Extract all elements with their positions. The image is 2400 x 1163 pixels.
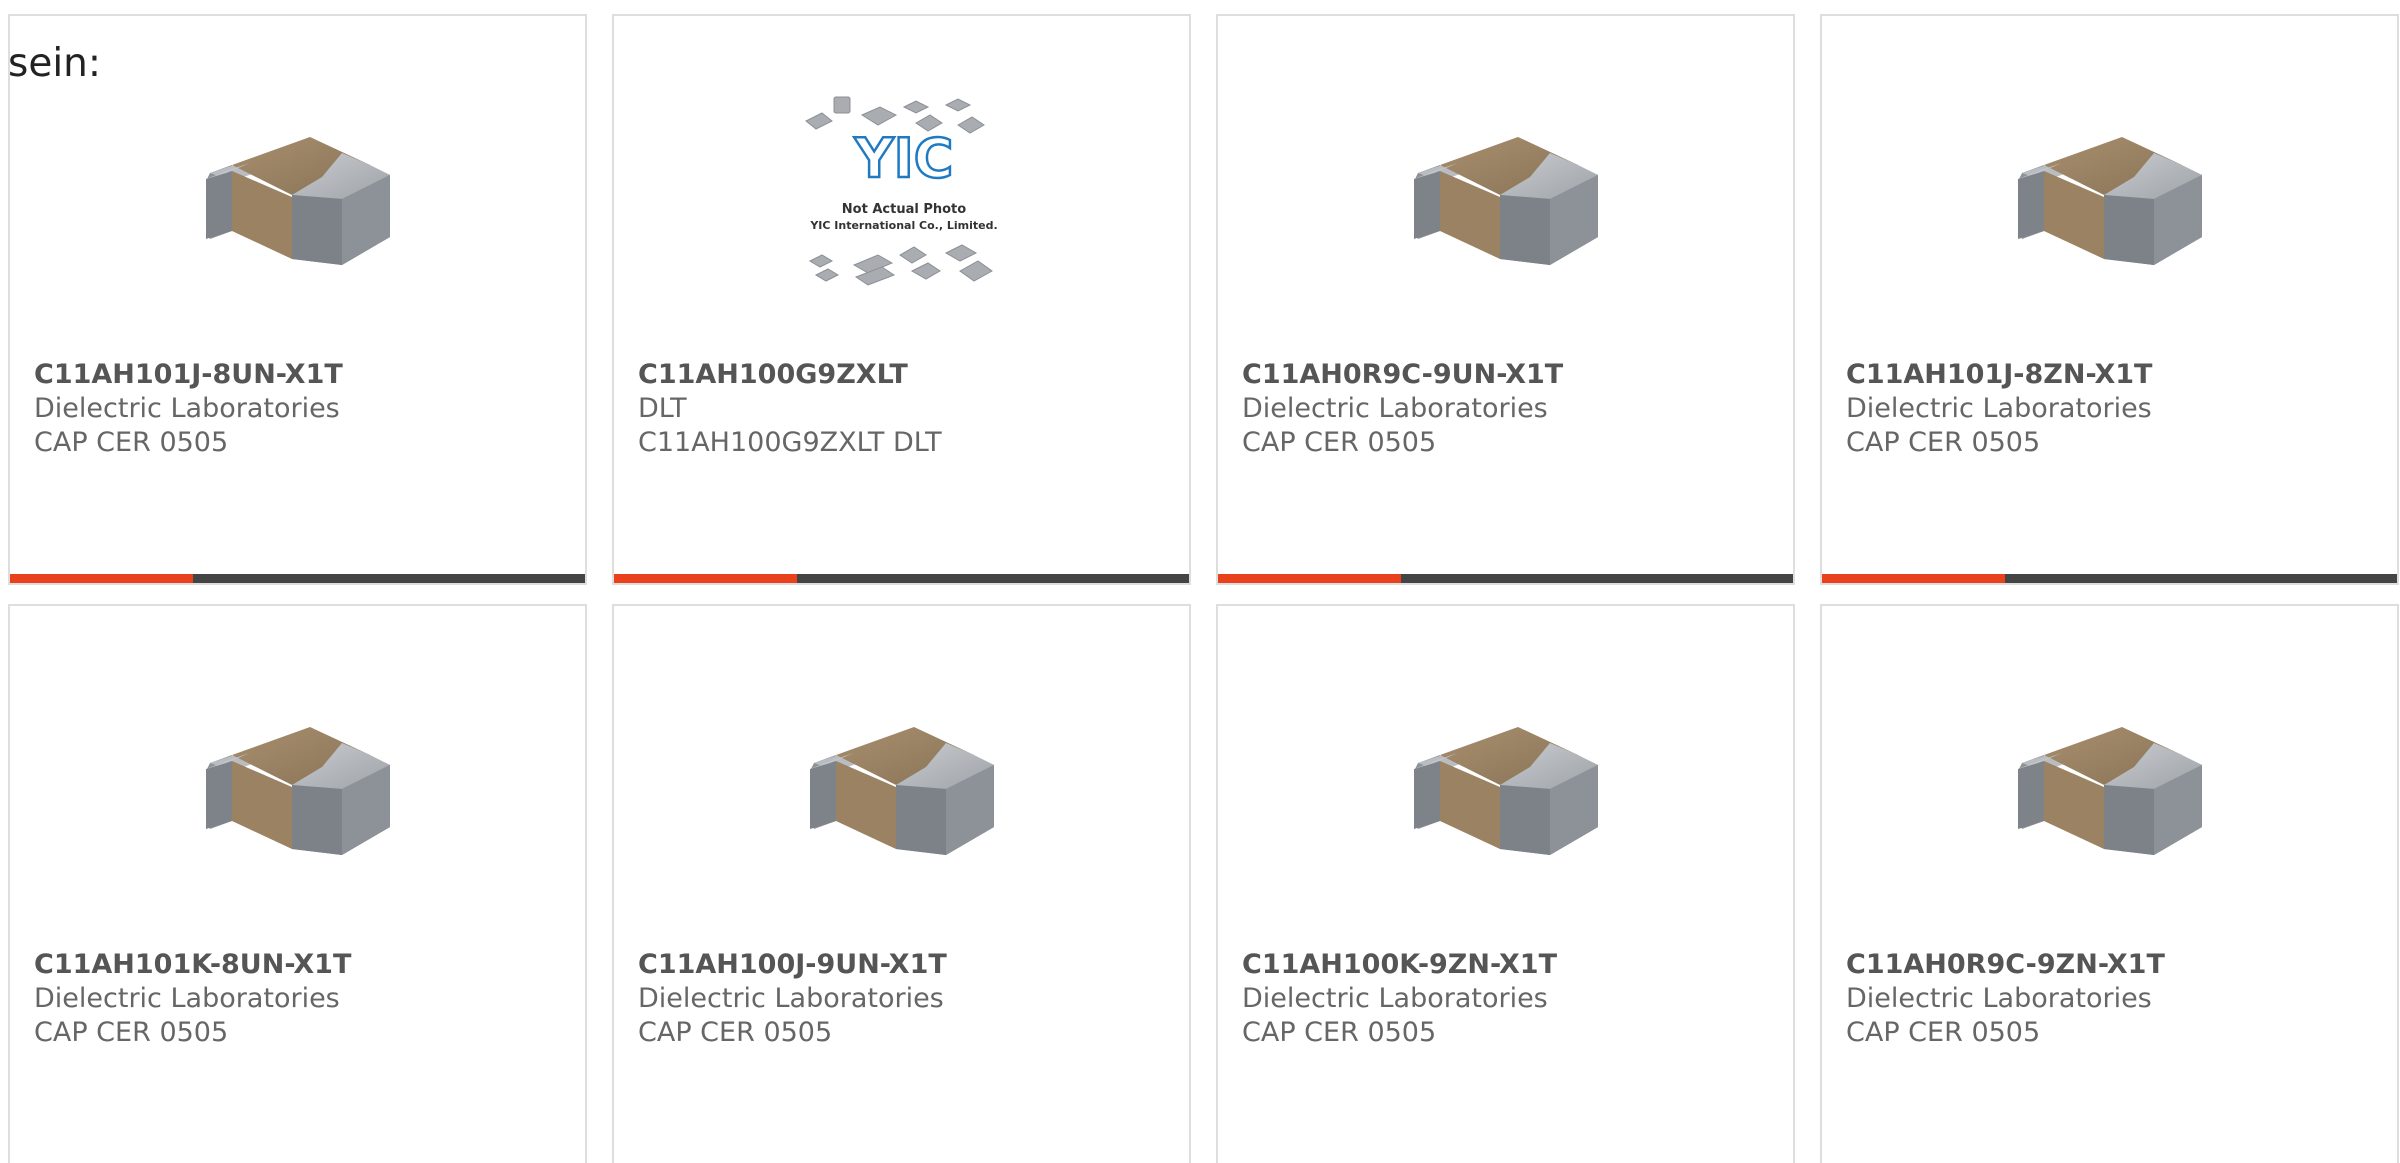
- manufacturer-name: Dielectric Laboratories: [1242, 983, 1548, 1014]
- product-image[interactable]: [1400, 671, 1616, 887]
- manufacturer-name: Dielectric Laboratories: [34, 393, 340, 424]
- product-description: C11AH100G9ZXLT DLT: [638, 427, 942, 458]
- product-card[interactable]: C11AH101J-8UN-X1T Dielectric Laboratories…: [8, 14, 587, 585]
- product-card[interactable]: C11AH101J-8ZN-X1T Dielectric Laboratories…: [1820, 14, 2399, 585]
- product-image[interactable]: [192, 671, 408, 887]
- product-description: CAP CER 0505: [1846, 1017, 2041, 1048]
- product-description: CAP CER 0505: [1846, 427, 2041, 458]
- product-image[interactable]: [796, 671, 1012, 887]
- card-progress-bar: [10, 574, 585, 583]
- product-card[interactable]: C11AH100J-9UN-X1T Dielectric Laboratories…: [612, 604, 1191, 1163]
- part-number-link[interactable]: C11AH100K-9ZN-X1T: [1242, 948, 1781, 982]
- product-description: CAP CER 0505: [34, 1017, 229, 1048]
- card-progress-bar: [1822, 574, 2397, 583]
- svg-text:YIC: YIC: [854, 127, 954, 190]
- part-number-link[interactable]: C11AH101J-8UN-X1T: [34, 358, 573, 392]
- manufacturer-name: Dielectric Laboratories: [1242, 393, 1548, 424]
- part-number-link[interactable]: C11AH100G9ZXLT: [638, 358, 1177, 392]
- product-image[interactable]: [1400, 81, 1616, 297]
- card-bar-accent: [1218, 574, 1401, 583]
- manufacturer-name: Dielectric Laboratories: [34, 983, 340, 1014]
- product-image[interactable]: [2004, 81, 2220, 297]
- product-info: C11AH100G9ZXLT DLT C11AH100G9ZXLT DLT: [638, 358, 1177, 460]
- part-number-link[interactable]: C11AH101J-8ZN-X1T: [1846, 358, 2385, 392]
- product-info: C11AH0R9C-9UN-X1T Dielectric Laboratories…: [1242, 358, 1781, 460]
- manufacturer-name: DLT: [638, 393, 687, 424]
- product-description: CAP CER 0505: [1242, 1017, 1437, 1048]
- part-number-link[interactable]: C11AH0R9C-9ZN-X1T: [1846, 948, 2385, 982]
- part-number-link[interactable]: C11AH101K-8UN-X1T: [34, 948, 573, 982]
- manufacturer-name: Dielectric Laboratories: [1846, 393, 2152, 424]
- product-description: CAP CER 0505: [34, 427, 229, 458]
- card-bar-accent: [10, 574, 193, 583]
- svg-text:YIC International Co., Limited: YIC International Co., Limited.: [809, 219, 997, 232]
- product-info: C11AH101K-8UN-X1T Dielectric Laboratories…: [34, 948, 573, 1050]
- manufacturer-name: Dielectric Laboratories: [638, 983, 944, 1014]
- product-description: CAP CER 0505: [638, 1017, 833, 1048]
- product-grid-page: sein: C11AH101J-8UN-X1T Dielectric Labora…: [0, 0, 2400, 1163]
- product-card[interactable]: C11AH0R9C-9ZN-X1T Dielectric Laboratories…: [1820, 604, 2399, 1163]
- product-info: C11AH100K-9ZN-X1T Dielectric Laboratories…: [1242, 948, 1781, 1050]
- part-number-link[interactable]: C11AH0R9C-9UN-X1T: [1242, 358, 1781, 392]
- product-card[interactable]: C11AH100K-9ZN-X1T Dielectric Laboratories…: [1216, 604, 1795, 1163]
- product-info: C11AH100J-9UN-X1T Dielectric Laboratories…: [638, 948, 1177, 1050]
- product-card[interactable]: C11AH101K-8UN-X1T Dielectric Laboratories…: [8, 604, 587, 1163]
- product-info: C11AH101J-8UN-X1T Dielectric Laboratories…: [34, 358, 573, 460]
- card-bar-accent: [1822, 574, 2005, 583]
- product-grid: C11AH101J-8UN-X1T Dielectric Laboratories…: [8, 14, 2400, 1163]
- product-description: CAP CER 0505: [1242, 427, 1437, 458]
- product-placeholder-image[interactable]: YIC Not Actual Photo YIC International C…: [796, 81, 1012, 297]
- part-number-link[interactable]: C11AH100J-9UN-X1T: [638, 948, 1177, 982]
- product-image[interactable]: [2004, 671, 2220, 887]
- svg-text:Not Actual Photo: Not Actual Photo: [842, 202, 966, 217]
- manufacturer-name: Dielectric Laboratories: [1846, 983, 2152, 1014]
- card-bar-accent: [614, 574, 797, 583]
- product-info: C11AH0R9C-9ZN-X1T Dielectric Laboratories…: [1846, 948, 2385, 1050]
- card-progress-bar: [614, 574, 1189, 583]
- card-progress-bar: [1218, 574, 1793, 583]
- product-card[interactable]: YIC Not Actual Photo YIC International C…: [612, 14, 1191, 585]
- product-info: C11AH101J-8ZN-X1T Dielectric Laboratories…: [1846, 358, 2385, 460]
- intro-text: sein:: [8, 41, 102, 86]
- product-card[interactable]: C11AH0R9C-9UN-X1T Dielectric Laboratories…: [1216, 14, 1795, 585]
- product-image[interactable]: [192, 81, 408, 297]
